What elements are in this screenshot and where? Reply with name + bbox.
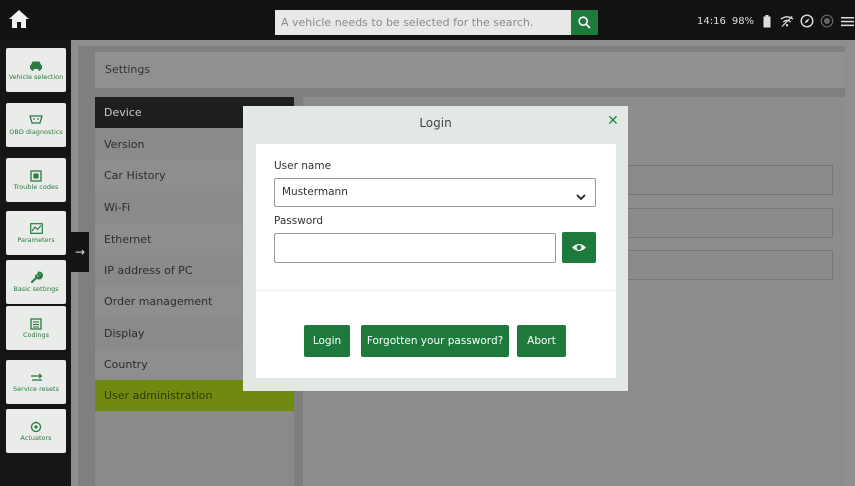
- nav-label: Codings: [22, 330, 50, 339]
- forgot-password-button[interactable]: Forgotten your password?: [361, 325, 509, 357]
- trouble-codes-icon: [29, 169, 43, 182]
- home-icon[interactable]: [8, 8, 30, 30]
- actuators-icon: [29, 421, 43, 433]
- username-label: User name: [274, 160, 332, 172]
- top-bar: A vehicle needs to be selected for the s…: [0, 0, 855, 40]
- nav-label: Trouble codes: [13, 182, 59, 191]
- left-nav: Vehicle selection OBD diagnostics Troubl…: [0, 40, 71, 486]
- abort-button[interactable]: Abort: [517, 325, 566, 357]
- wrench-icon: [29, 271, 43, 284]
- expand-nav-arrow-icon[interactable]: →: [71, 232, 89, 272]
- nav-parameters[interactable]: Parameters: [6, 211, 66, 255]
- nav-basic-settings[interactable]: Basic settings: [6, 260, 66, 304]
- show-password-button[interactable]: [562, 232, 596, 263]
- nav-label: Basic settings: [13, 284, 59, 293]
- status-area: 14:16 98%: [697, 12, 854, 30]
- nav-service-resets[interactable]: Service resets: [6, 360, 66, 404]
- obd-icon: [29, 115, 43, 127]
- parameters-icon: [29, 223, 43, 235]
- battery-level: 98%: [731, 15, 755, 27]
- eye-icon: [572, 244, 586, 251]
- background-field: [615, 208, 833, 238]
- chevron-down-icon: [575, 187, 587, 201]
- password-label: Password: [274, 215, 324, 227]
- service-reset-icon: [29, 372, 43, 384]
- search-button[interactable]: [571, 10, 598, 35]
- dialog-body: User name Mustermann Password Login Forg…: [256, 144, 616, 378]
- search-input[interactable]: A vehicle needs to be selected for the s…: [275, 10, 571, 35]
- nav-vehicle-selection[interactable]: Vehicle selection: [6, 48, 66, 92]
- nav-trouble-codes[interactable]: Trouble codes: [6, 158, 66, 202]
- wifi-off-icon: [780, 14, 794, 28]
- car-icon: [29, 60, 43, 72]
- background-field: [615, 250, 833, 280]
- nav-codings[interactable]: Codings: [6, 306, 66, 350]
- divider: [256, 290, 616, 291]
- codings-icon: [29, 317, 43, 330]
- dialog-title: Login: [419, 116, 452, 130]
- username-select[interactable]: Mustermann: [274, 178, 596, 207]
- close-icon[interactable]: ✕: [606, 114, 620, 128]
- login-dialog: Login ✕ User name Mustermann Password Lo…: [243, 106, 628, 391]
- nav-label: Parameters: [17, 235, 55, 244]
- password-input[interactable]: [274, 233, 556, 263]
- nav-label: Actuators: [20, 433, 52, 442]
- nav-label: OBD diagnostics: [9, 127, 63, 136]
- compass-icon[interactable]: [800, 14, 814, 28]
- nav-label: Service resets: [13, 384, 59, 393]
- username-value: Mustermann: [282, 186, 348, 198]
- page-title: Settings: [95, 52, 845, 88]
- search-icon: [578, 16, 591, 29]
- menu-icon[interactable]: [840, 14, 854, 28]
- background-field: [615, 165, 833, 195]
- clock: 14:16: [697, 15, 726, 27]
- battery-icon: [760, 14, 774, 28]
- nav-obd-diagnostics[interactable]: OBD diagnostics: [6, 103, 66, 147]
- login-button[interactable]: Login: [304, 325, 350, 357]
- nav-actuators[interactable]: Actuators: [6, 409, 66, 453]
- nav-label: Vehicle selection: [8, 72, 64, 81]
- record-icon[interactable]: [820, 14, 834, 28]
